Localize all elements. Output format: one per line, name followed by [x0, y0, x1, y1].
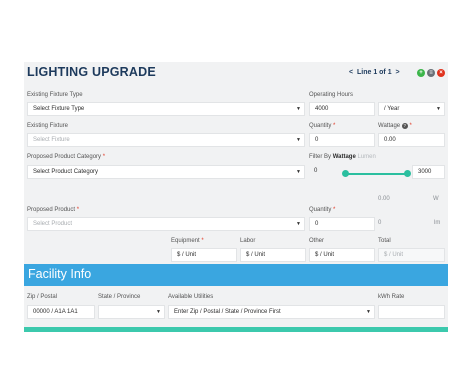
quantity-existing-label: Quantity *	[309, 123, 336, 129]
chevron-down-icon: ▼	[156, 309, 161, 315]
kwh-rate-label: kWh Rate	[378, 294, 405, 300]
hours-period-select[interactable]: / Year ▼	[378, 102, 445, 116]
filter-max-input[interactable]: 3000	[412, 165, 445, 179]
equipment-label: Equipment *	[171, 238, 204, 244]
facility-info-header: Facility Info	[24, 264, 448, 286]
help-icon[interactable]: ?	[401, 123, 408, 129]
total-label: Total	[378, 238, 391, 244]
lumens-value: 0	[378, 220, 382, 226]
prev-line-button[interactable]: <	[349, 69, 353, 76]
watts-unit: W	[433, 196, 439, 202]
slider-min-handle[interactable]	[341, 170, 349, 177]
zip-label: Zip / Postal	[27, 294, 58, 300]
labor-label: Labor	[240, 238, 256, 244]
chevron-down-icon: ▼	[296, 106, 301, 112]
proposed-product-placeholder: Select Product	[33, 221, 73, 227]
delete-icon[interactable]: ×	[437, 69, 445, 77]
equipment-cost-input[interactable]: $ / Unit	[171, 248, 237, 262]
lighting-upgrade-panel: LIGHTING UPGRADE < Line 1 of 1 > + ≡ × E…	[24, 62, 448, 332]
existing-fixture-type-label: Existing Fixture Type	[27, 92, 83, 98]
existing-fixture-type-value: Select Fixture Type	[33, 106, 85, 112]
slider-max-handle[interactable]	[403, 170, 411, 177]
kwh-rate-input[interactable]	[378, 305, 445, 319]
filter-lumen-option[interactable]: Lumen	[357, 154, 375, 160]
existing-fixture-placeholder: Select Fixture	[33, 137, 70, 143]
utilities-select[interactable]: Enter Zip / Postal / State / Province Fi…	[168, 305, 375, 319]
wattage-input[interactable]: 0.00	[378, 133, 445, 147]
operating-hours-label: Operating Hours	[309, 92, 354, 98]
quantity-proposed-label: Quantity *	[309, 207, 336, 213]
bottom-accent-bar	[24, 327, 448, 332]
other-label: Other	[309, 238, 325, 244]
watts-value: 0.00	[378, 196, 390, 202]
existing-fixture-select[interactable]: Select Fixture ▼	[27, 133, 305, 147]
facility-info-title: Facility Info	[28, 267, 92, 281]
hours-period-value: / Year	[384, 106, 400, 112]
proposed-category-value: Select Product Category	[33, 169, 99, 175]
other-cost-input[interactable]: $ / Unit	[309, 248, 375, 262]
lumens-unit: lm	[434, 220, 441, 226]
filter-label: Filter By	[309, 154, 332, 160]
proposed-product-label: Proposed Product *	[27, 207, 80, 213]
chevron-down-icon: ▼	[436, 106, 441, 112]
operating-hours-input[interactable]: 4000	[309, 102, 375, 116]
state-select[interactable]: ▼	[98, 305, 165, 319]
proposed-category-label: Proposed Product Category *	[27, 154, 106, 160]
chevron-down-icon: ▼	[296, 221, 301, 227]
page-title: LIGHTING UPGRADE	[27, 65, 156, 79]
proposed-category-select[interactable]: Select Product Category ▼	[27, 165, 305, 179]
existing-fixture-label: Existing Fixture	[27, 123, 69, 129]
proposed-product-select[interactable]: Select Product ▼	[27, 217, 305, 231]
quantity-existing-input[interactable]: 0	[309, 133, 375, 147]
chevron-down-icon: ▼	[366, 309, 371, 315]
total-cost-field: $ / Unit	[378, 248, 445, 262]
state-label: State / Province	[98, 294, 141, 300]
line-indicator: Line 1 of 1	[356, 69, 392, 76]
zip-input[interactable]: 00000 / A1A 1A1	[27, 305, 95, 319]
chevron-down-icon: ▼	[296, 137, 301, 143]
filter-wattage-option[interactable]: Wattage	[333, 154, 356, 160]
utilities-value: Enter Zip / Postal / State / Province Fi…	[174, 309, 281, 315]
filter-min-input[interactable]: 0	[309, 165, 344, 179]
quantity-proposed-input[interactable]: 0	[309, 217, 375, 231]
next-line-button[interactable]: >	[396, 69, 400, 76]
wattage-label: Wattage ? *	[378, 123, 412, 129]
plus-icon[interactable]: +	[417, 69, 425, 77]
utilities-label: Available Utilities	[168, 294, 214, 300]
existing-fixture-type-select[interactable]: Select Fixture Type ▼	[27, 102, 305, 116]
filter-by: Filter By Wattage Lumen	[309, 154, 376, 160]
line-navigator: < Line 1 of 1 >	[349, 69, 400, 76]
chevron-down-icon: ▼	[296, 169, 301, 175]
copy-icon[interactable]: ≡	[427, 69, 435, 77]
range-slider-track[interactable]	[345, 173, 407, 175]
labor-cost-input[interactable]: $ / Unit	[240, 248, 306, 262]
